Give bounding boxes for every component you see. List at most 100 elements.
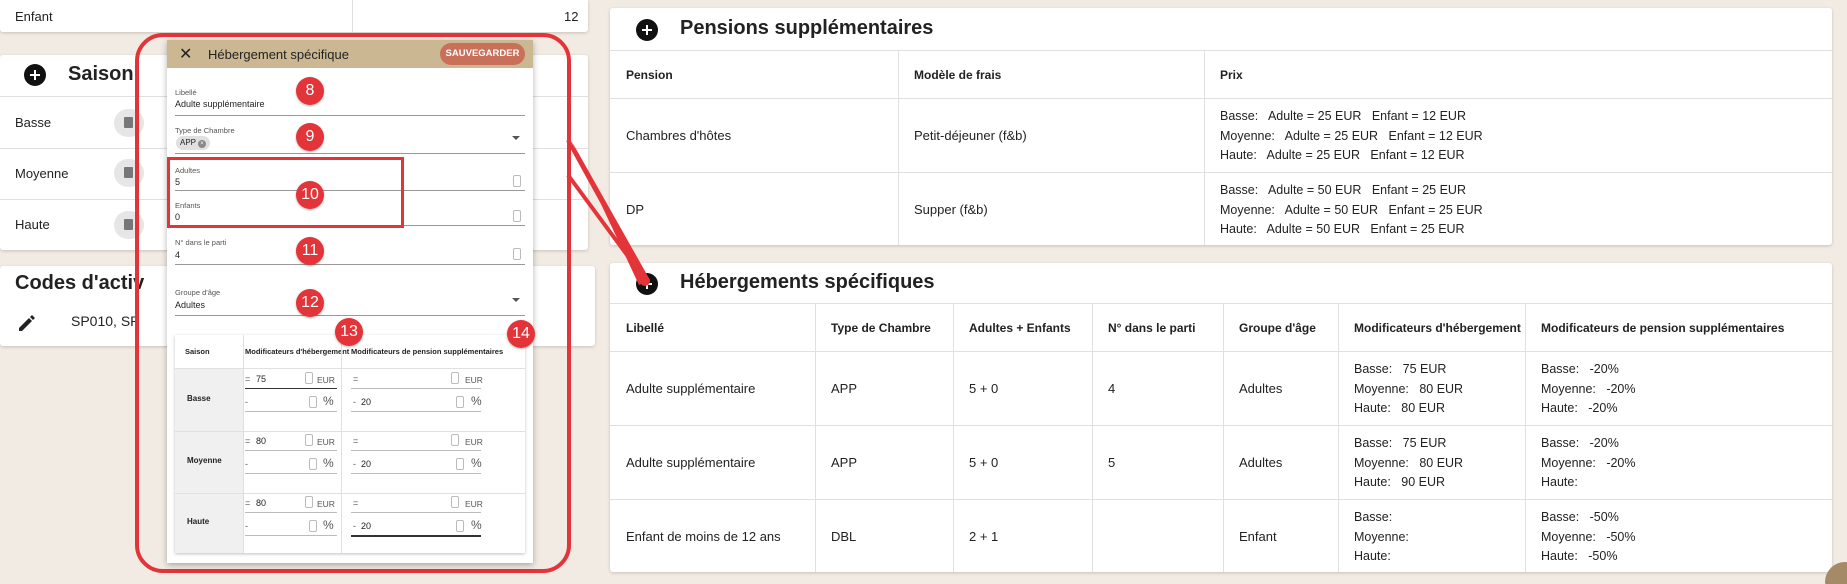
annotation-badge: 10	[296, 181, 324, 209]
adultes-stepper[interactable]	[513, 175, 521, 187]
heb-pct-stepper[interactable]	[309, 458, 317, 470]
pen-pct-stepper[interactable]	[456, 458, 464, 470]
chevron-down-icon[interactable]	[512, 298, 520, 302]
pen-value-stepper[interactable]	[451, 496, 459, 508]
enfant-label: Enfant	[15, 9, 53, 24]
divider	[245, 512, 337, 513]
add-saison-icon[interactable]	[24, 64, 46, 86]
divider	[175, 115, 525, 116]
heb-eq-sign: =	[245, 498, 251, 508]
heb-libelle: Adulte supplémentaire	[626, 455, 756, 470]
column-header: Saison	[185, 347, 210, 356]
heb-unit: EUR	[317, 499, 335, 509]
divider	[1223, 303, 1224, 572]
modal-title: Hébergement spécifique	[208, 47, 349, 62]
add-pension-icon[interactable]	[636, 19, 658, 41]
pension-model: Petit-déjeuner (f&b)	[914, 128, 1027, 143]
heb-num: 5	[1108, 455, 1116, 470]
column-header: N° dans le parti	[1108, 321, 1196, 335]
heb-libelle: Adulte supplémentaire	[626, 381, 756, 396]
divider	[610, 98, 1832, 99]
season-modifiers-table: Basse Moyenne Haute Saison Modificateurs…	[175, 335, 525, 553]
heb-pct-sign: -	[245, 521, 248, 531]
pct-unit: %	[471, 394, 482, 408]
heb-mod-pension: Basse: -20% Moyenne: -20% Haute:	[1541, 436, 1636, 489]
saison-row-label: Haute	[15, 217, 50, 232]
divider	[175, 493, 525, 494]
heb-value-stepper[interactable]	[305, 496, 313, 508]
heb-groupe: Enfant	[1239, 529, 1277, 544]
pen-unit: EUR	[465, 375, 483, 385]
heb-adultes-enfants: 5 + 0	[969, 455, 999, 470]
heb-type: DBL	[831, 529, 857, 544]
annotation-badge: 9	[296, 123, 324, 151]
hebergements-card: Hébergements spécifiques Libellé Type de…	[610, 263, 1832, 572]
divider	[1092, 303, 1093, 572]
highlight-rectangle	[167, 157, 404, 228]
heb-libelle: Enfant de moins de 12 ans	[626, 529, 781, 544]
column-header: Modèle de frais	[914, 68, 1002, 82]
season-label: Moyenne	[187, 456, 222, 465]
heb-value-stepper[interactable]	[305, 372, 313, 384]
add-hebergement-icon[interactable]	[636, 273, 658, 295]
pct-unit: %	[323, 394, 334, 408]
divider	[351, 473, 481, 474]
column-header: Adultes + Enfants	[969, 321, 1071, 335]
libelle-label: Libellé	[175, 88, 197, 97]
pen-pct-stepper[interactable]	[456, 396, 464, 408]
heb-pct-stepper[interactable]	[309, 520, 317, 532]
column-header: Groupe d'âge	[1239, 321, 1316, 335]
pen-pct-input[interactable]: 20	[361, 459, 371, 469]
pension-prix: Basse: Adulte = 50 EUR Enfant = 25 EUR M…	[1220, 183, 1483, 236]
enfants-stepper[interactable]	[513, 210, 521, 222]
column-header: Type de Chambre	[831, 321, 931, 335]
num-parti-input[interactable]: 4	[175, 250, 180, 260]
chevron-down-icon[interactable]	[512, 136, 520, 140]
divider	[1525, 303, 1526, 572]
pen-unit: EUR	[465, 437, 483, 447]
enfant-value: 12	[564, 9, 579, 24]
heb-pct-stepper[interactable]	[309, 396, 317, 408]
heb-type: APP	[831, 455, 858, 470]
heb-value-input[interactable]: 75	[256, 374, 266, 384]
num-parti-stepper[interactable]	[513, 248, 521, 260]
pen-pct-input[interactable]: 20	[361, 397, 371, 407]
heb-mod-hebergement: Basse: 75 EUR Moyenne: 80 EUR Haute: 80 …	[1354, 362, 1464, 415]
pen-value-stepper[interactable]	[451, 372, 459, 384]
heb-value-stepper[interactable]	[305, 434, 313, 446]
divider	[610, 172, 1832, 173]
type-chambre-chip[interactable]: APP ×	[176, 136, 211, 150]
pensions-title: Pensions supplémentaires	[680, 17, 934, 39]
divider	[1338, 303, 1339, 572]
hebergements-title: Hébergements spécifiques	[680, 271, 935, 293]
heb-num: 4	[1108, 381, 1116, 396]
pen-value-stepper[interactable]	[451, 434, 459, 446]
divider	[610, 50, 1832, 51]
column-header: Pension	[626, 68, 673, 82]
heb-mod-pension: Basse: -50% Moyenne: -50% Haute: -50%	[1541, 510, 1636, 563]
heb-value-input[interactable]: 80	[256, 498, 266, 508]
pencil-icon[interactable]	[17, 313, 37, 333]
pen-pct-input[interactable]: 20	[361, 521, 371, 531]
divider	[175, 368, 525, 369]
heb-mod-hebergement: Basse: Moyenne: Haute:	[1354, 510, 1409, 563]
chip-remove-icon[interactable]: ×	[198, 140, 207, 148]
chip-label: APP	[180, 138, 197, 147]
save-button[interactable]: SAUVEGARDER	[440, 43, 525, 65]
column-header: Modificateurs de pension supplémentaires	[351, 347, 504, 356]
groupe-age-select[interactable]: Adultes	[175, 300, 205, 310]
annotation-badge: 13	[335, 318, 363, 346]
divider	[175, 315, 525, 316]
annotation-badge: 14	[507, 320, 535, 348]
close-icon[interactable]: ✕	[179, 44, 192, 64]
heb-pct-sign: -	[245, 459, 248, 469]
divider	[245, 535, 337, 536]
heb-adultes-enfants: 2 + 1	[969, 529, 999, 544]
libelle-input[interactable]: Adulte supplémentaire	[175, 99, 265, 109]
column-header: Libellé	[626, 321, 665, 335]
pen-pct-sign: -	[353, 521, 356, 531]
column-header: Modificateurs d'hébergement	[1354, 321, 1521, 335]
pen-pct-stepper[interactable]	[456, 520, 464, 532]
pension-name: Chambres d'hôtes	[626, 128, 732, 143]
heb-value-input[interactable]: 80	[256, 436, 266, 446]
